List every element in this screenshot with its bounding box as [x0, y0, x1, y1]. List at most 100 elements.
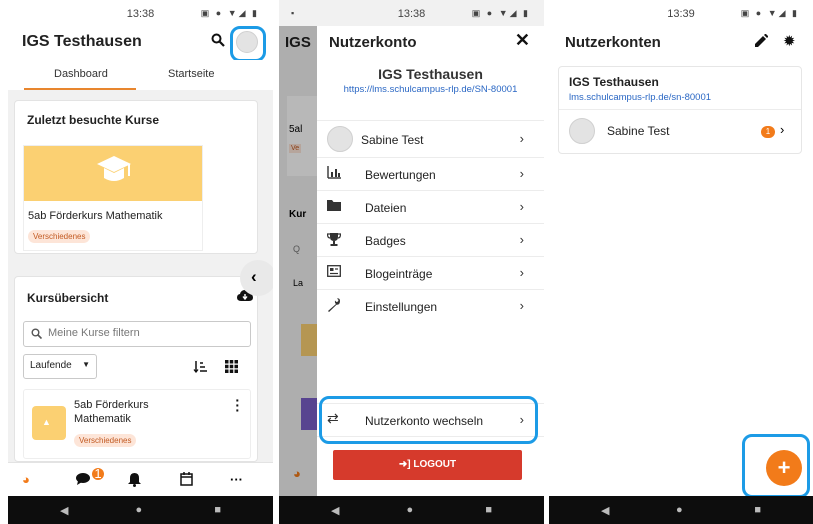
chevron-right-icon: › [519, 131, 524, 146]
avatar-highlight [230, 26, 266, 62]
site-title: IGS Testhausen [22, 33, 142, 50]
accounts-title: Nutzerkonten [565, 34, 661, 51]
logout-icon: ➜] [398, 459, 411, 470]
wrench-icon [327, 298, 341, 315]
back-icon[interactable]: ◀ [331, 504, 339, 517]
sort-icon[interactable] [193, 360, 207, 378]
tab-dashboard[interactable]: Dashboard [54, 68, 108, 80]
system-nav-bar: ◀ ● ■ [549, 496, 813, 524]
logout-button[interactable]: ➜] LOGOUT [333, 450, 522, 480]
search-icon[interactable] [211, 33, 225, 51]
drawer-scrim[interactable] [279, 26, 317, 496]
chevron-right-icon: › [519, 232, 524, 247]
edit-pencil-icon[interactable] [754, 33, 769, 53]
trophy-icon [326, 232, 342, 249]
site-url-link[interactable]: https://lms.schulcampus-rlp.de/SN-80001 [327, 84, 534, 96]
add-button-highlight [742, 434, 810, 498]
user-avatar [327, 126, 353, 152]
folder-icon [327, 199, 341, 214]
account-drawer-screen: ▪ 13:38 ▣ ● ▼◢ ▮ IGS 5al Ve Kur Q La ◕ N… [279, 0, 544, 524]
menu-item-einstellungen[interactable]: Einstellungen › [317, 290, 544, 323]
status-bar: 13:38 ▣ ● ▼◢ ▮ [8, 0, 273, 26]
back-icon[interactable]: ◀ [601, 504, 609, 517]
home-icon[interactable]: ● [407, 504, 414, 516]
bottom-navigation: ◕ 1 ··· [8, 462, 273, 496]
user-profile-row[interactable]: Sabine Test › [317, 120, 544, 158]
course-list-item[interactable]: ▲ 5ab Förderkurs Mathematik Verschiedene… [23, 389, 251, 459]
chevron-right-icon: › [519, 298, 524, 313]
course-image [24, 146, 202, 201]
status-icons: ▣ ● ▼◢ ▮ [740, 8, 799, 18]
user-avatar [569, 118, 595, 144]
menu-item-blogeintraege[interactable]: Blogeinträge › [317, 257, 544, 290]
caret-down-icon: ▼ [82, 360, 90, 369]
graduation-cap-icon [96, 154, 132, 193]
home-icon[interactable]: ● [136, 504, 143, 516]
tab-bar: Dashboard Startseite [8, 60, 273, 90]
recent-courses-title: Zuletzt besuchte Kurse [27, 113, 160, 127]
dashboard-nav-icon[interactable]: ◕ [22, 472, 30, 487]
bell-icon[interactable] [128, 472, 141, 490]
menu-item-label: Einstellungen [365, 300, 438, 314]
drawer-title: Nutzerkonto [329, 34, 417, 51]
site-name: IGS Testhausen [378, 66, 483, 82]
notification-count-badge: 1 [761, 126, 775, 138]
system-nav-bar: ◀ ● ■ [8, 496, 273, 524]
course-category-badge: Verschiedenes [74, 434, 137, 447]
recent-apps-icon[interactable]: ■ [485, 504, 492, 516]
course-status-select[interactable]: Laufende ▼ [23, 354, 97, 379]
chevron-right-icon: › [519, 166, 524, 181]
site-account-card: IGS Testhausen lms.schulcampus-rlp.de/sn… [558, 66, 802, 154]
status-icons: ▣ ● ▼◢ ▮ [200, 8, 259, 18]
tab-startseite[interactable]: Startseite [168, 68, 214, 80]
menu-item-bewertungen[interactable]: Bewertungen › [317, 158, 544, 191]
course-filter-input[interactable]: Meine Kurse filtern [23, 321, 251, 347]
menu-item-dateien[interactable]: Dateien › [317, 191, 544, 224]
site-name: IGS Testhausen [569, 75, 659, 89]
course-category-badge: Verschiedenes [28, 230, 91, 243]
recent-apps-icon[interactable]: ■ [214, 504, 221, 516]
status-icons: ▣ ● ▼◢ ▮ [471, 8, 530, 18]
chevron-right-icon: › [519, 199, 524, 214]
search-icon [31, 328, 43, 342]
status-bar: ▪ 13:38 ▣ ● ▼◢ ▮ [279, 0, 544, 26]
chevron-right-icon: › [519, 265, 524, 280]
course-status-value: Laufende [30, 360, 72, 371]
account-row[interactable]: Sabine Test 1 › [559, 109, 801, 154]
menu-item-label: Dateien [365, 201, 407, 215]
user-name: Sabine Test [607, 124, 670, 138]
logout-label: LOGOUT [413, 459, 457, 470]
more-vert-icon[interactable]: · · · [235, 393, 240, 417]
grid-view-icon[interactable] [225, 360, 238, 378]
menu-item-label: Badges [365, 234, 406, 248]
course-filter-placeholder: Meine Kurse filtern [48, 327, 140, 339]
menu-item-label: Bewertungen [365, 168, 436, 182]
messages-count-badge: 1 [92, 467, 104, 480]
grades-chart-icon [327, 166, 341, 182]
menu-item-badges[interactable]: Badges › [317, 224, 544, 257]
system-nav-bar: ◀ ● ■ [279, 496, 544, 524]
blog-icon [327, 265, 341, 280]
active-tab-indicator [24, 88, 136, 90]
chevron-right-icon: › [780, 122, 785, 137]
home-icon[interactable]: ● [676, 504, 683, 516]
course-overview-card: Kursübersicht Meine Kurse filtern Laufen… [14, 276, 258, 462]
close-icon[interactable]: ✕ [515, 30, 530, 51]
dashboard-screen: 13:38 ▣ ● ▼◢ ▮ IGS Testhausen Dashboard … [8, 0, 273, 524]
recent-course-tile[interactable]: 5ab Förderkurs Mathematik Verschiedenes [23, 145, 203, 251]
course-item-name: 5ab Förderkurs Mathematik [74, 399, 149, 425]
status-bar: 13:39 ▣ ● ▼◢ ▮ [549, 0, 813, 26]
accounts-screen: 13:39 ▣ ● ▼◢ ▮ Nutzerkonten ✹ IGS Testha… [549, 0, 813, 524]
chevron-left-icon: ‹ [251, 267, 257, 286]
recent-course-name: 5ab Förderkurs Mathematik [28, 210, 163, 222]
course-overview-title: Kursübersicht [27, 291, 109, 305]
graduation-cap-icon: ▲ [42, 417, 51, 427]
calendar-icon[interactable] [180, 472, 193, 489]
more-horiz-icon[interactable]: ··· [230, 472, 243, 487]
recent-courses-card: Zuletzt besuchte Kurse 5ab Förderkurs Ma… [14, 100, 258, 254]
gear-icon[interactable]: ✹ [783, 32, 796, 50]
switch-account-highlight [319, 396, 538, 444]
drawer-handle-button[interactable]: ‹ [240, 260, 273, 296]
back-icon[interactable]: ◀ [60, 504, 68, 517]
recent-apps-icon[interactable]: ■ [754, 504, 761, 516]
